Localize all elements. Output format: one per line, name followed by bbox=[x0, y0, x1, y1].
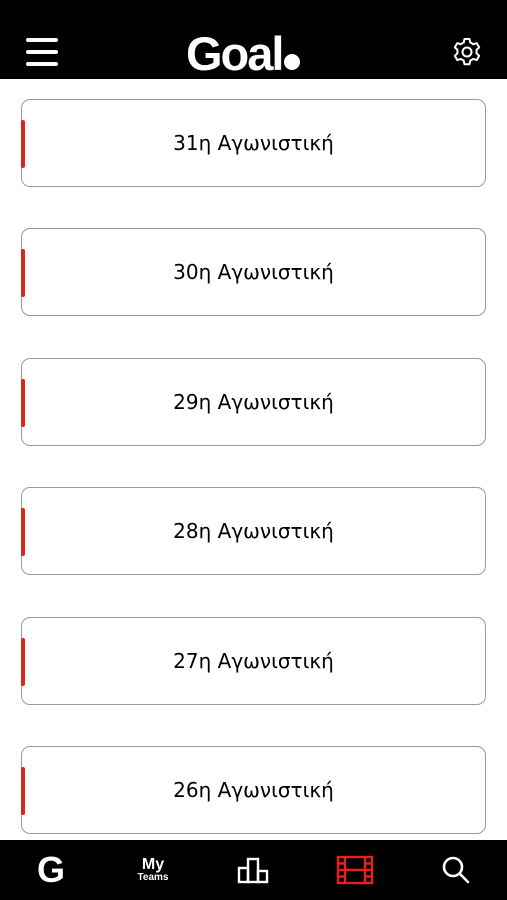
round-label: 31η Αγωνιστική bbox=[173, 131, 334, 155]
round-accent-bar bbox=[20, 638, 25, 686]
tab-home[interactable]: G bbox=[11, 840, 91, 900]
gear-icon[interactable] bbox=[451, 36, 483, 68]
tab-search[interactable] bbox=[416, 840, 496, 900]
round-accent-bar bbox=[20, 249, 25, 297]
logo-dot bbox=[284, 54, 301, 70]
round-card-29[interactable]: 29η Αγωνιστική bbox=[20, 358, 486, 446]
round-label: 29η Αγωνιστική bbox=[173, 390, 334, 414]
round-card-26[interactable]: 26η Αγωνιστική bbox=[20, 746, 486, 834]
round-label: 26η Αγωνιστική bbox=[173, 778, 334, 802]
round-accent-bar bbox=[20, 120, 25, 168]
podium-icon bbox=[237, 857, 269, 884]
my-teams-line1: My bbox=[141, 856, 165, 873]
round-label: 30η Αγωνιστική bbox=[173, 260, 334, 284]
tab-videos[interactable] bbox=[315, 840, 395, 900]
round-accent-bar bbox=[20, 767, 25, 815]
goal-logo[interactable]: Goal bbox=[186, 26, 301, 80]
round-card-31[interactable]: 31η Αγωνιστική bbox=[20, 99, 486, 187]
hamburger-menu-icon[interactable] bbox=[26, 38, 58, 68]
tab-my-teams[interactable]: My Teams bbox=[113, 840, 193, 900]
tab-standings[interactable] bbox=[213, 840, 293, 900]
top-header: Goal bbox=[0, 0, 507, 79]
round-card-30[interactable]: 30η Αγωνιστική bbox=[20, 228, 486, 316]
round-label: 27η Αγωνιστική bbox=[173, 649, 334, 673]
my-teams-line2: Teams bbox=[137, 872, 169, 883]
round-card-28[interactable]: 28η Αγωνιστική bbox=[20, 487, 486, 575]
rounds-list: 31η Αγωνιστική 30η Αγωνιστική 29η Αγωνισ… bbox=[0, 79, 507, 840]
film-strip-icon bbox=[336, 855, 374, 885]
bottom-tab-bar: G My Teams bbox=[0, 840, 507, 900]
round-accent-bar bbox=[20, 379, 25, 427]
round-label: 28η Αγωνιστική bbox=[173, 519, 334, 543]
goal-g-icon: G bbox=[36, 849, 65, 890]
my-teams-label: My Teams bbox=[138, 857, 169, 883]
logo-text: Goal bbox=[186, 26, 284, 80]
round-card-27[interactable]: 27η Αγωνιστική bbox=[20, 617, 486, 705]
app-screen: Goal 31η Αγωνιστική 30η Αγωνιστική 29η Α… bbox=[0, 0, 507, 900]
round-accent-bar bbox=[20, 508, 25, 556]
search-icon bbox=[442, 856, 470, 884]
